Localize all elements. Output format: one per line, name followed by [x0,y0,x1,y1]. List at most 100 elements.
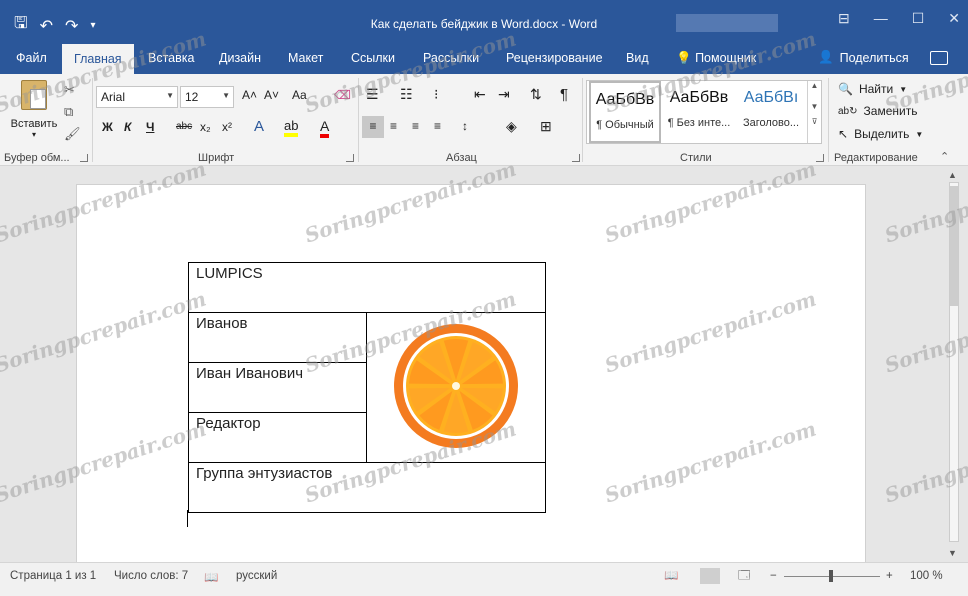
replace-button[interactable]: ab↻ Заменить [838,104,917,118]
show-formatting-button[interactable]: ¶ [560,86,568,103]
grow-font-button[interactable]: A˄ [242,88,257,102]
shading-icon[interactable]: ◈ [506,118,517,135]
chevron-down-icon: ▼ [899,84,908,94]
font-name-select[interactable]: Arial ▼ [96,86,178,108]
subscript-button[interactable]: x₂ [200,120,211,134]
proofing-icon[interactable]: 📖 [204,570,218,584]
tab-mailings[interactable]: Рассылки [423,51,479,65]
text-effects-icon[interactable]: A [254,118,264,135]
paragraph-launcher-icon[interactable] [572,154,580,162]
scroll-down-icon[interactable]: ▼ [948,548,957,558]
badge-table[interactable]: LUMPICS Иванов Иван Иванович Редактор Гр… [187,262,546,513]
superscript-button[interactable]: x² [222,120,232,134]
style-no-spacing[interactable]: АаБбВв ¶ Без инте... [663,81,735,143]
scroll-up-icon[interactable]: ▲ [808,81,821,90]
copy-icon[interactable]: ⧉ [64,104,73,120]
share-button[interactable]: 👤 Поделиться [818,50,909,65]
find-button[interactable]: 🔍 Найти ▼ [838,82,907,96]
person-icon: 👤 [818,50,834,64]
tab-review[interactable]: Рецензирование [506,51,603,65]
paste-label: Вставить [10,118,58,130]
word-count[interactable]: Число слов: 7 [114,570,188,582]
group-label-editing: Редактирование [834,152,918,164]
strikethrough-button[interactable]: abc [176,121,192,132]
tab-file[interactable]: Файл [16,51,47,65]
tab-insert[interactable]: Вставка [148,51,194,65]
change-case-button[interactable]: Aa [292,88,307,102]
align-left-icon[interactable]: ≡ [362,116,384,138]
ribbon-display-icon[interactable]: ⊟ [838,10,850,27]
web-layout-icon[interactable]: 🗔 [738,568,758,584]
badge-surname-cell[interactable]: Иванов [187,312,368,363]
style-sample: АаБбВв [669,89,729,106]
italic-button[interactable]: К [124,120,131,134]
styles-launcher-icon[interactable] [816,154,824,162]
shrink-font-button[interactable]: A˅ [264,88,279,102]
bullets-icon[interactable]: ☰ [366,86,379,103]
tab-design[interactable]: Дизайн [219,51,261,65]
comments-icon[interactable] [930,51,948,65]
scroll-up-icon[interactable]: ▲ [948,170,957,180]
multilevel-list-icon[interactable]: ⁝ [434,86,438,103]
collapse-ribbon-icon[interactable]: ⌃ [940,150,949,163]
group-label-paragraph: Абзац [446,152,477,164]
font-size-select[interactable]: 12 ▼ [180,86,234,108]
group-divider [358,78,359,162]
badge-company-cell[interactable]: LUMPICS [188,262,546,313]
style-normal[interactable]: АаБбВв ¶ Обычный [589,81,661,143]
clear-formatting-icon[interactable]: ⌫ [334,88,351,102]
close-icon[interactable]: ✕ [948,10,960,27]
scroll-thumb[interactable] [950,186,958,306]
account-area[interactable] [676,14,778,32]
chevron-down-icon: ▼ [915,129,924,139]
tab-home[interactable]: Главная [62,44,134,74]
zoom-level[interactable]: 100 % [910,570,943,582]
window-title: Как сделать бейджик в Word.docx - Word [370,17,598,31]
chevron-down-icon: ▾ [31,130,36,139]
vertical-scrollbar[interactable]: ▲ ▼ [940,166,968,562]
numbering-icon[interactable]: ☷ [400,86,413,103]
highlight-icon[interactable]: ab [284,118,299,137]
tab-tell-me[interactable]: 💡 Помощник [676,51,756,66]
zoom-out-button[interactable]: − [770,570,777,582]
style-heading-1[interactable]: АаБбВı Заголово... [735,81,807,143]
tab-view[interactable]: Вид [626,51,649,65]
title-bar: 🖫 ↶ ↷ ▾ Как сделать бейджик в Word.docx … [0,0,968,48]
print-layout-icon[interactable] [700,568,720,584]
tab-references[interactable]: Ссылки [351,51,395,65]
read-mode-icon[interactable]: 📖 [664,568,684,584]
bold-button[interactable]: Ж [102,120,113,134]
align-center-icon[interactable]: ≡ [390,119,397,133]
font-launcher-icon[interactable] [346,154,354,162]
language[interactable]: русский [236,570,277,582]
styles-scroll[interactable]: ▲ ▼ ⊽ [807,81,821,143]
maximize-icon[interactable]: ☐ [912,10,925,27]
line-spacing-icon[interactable]: ↕ [462,119,468,133]
badge-group-cell[interactable]: Группа энтузиастов [188,462,546,513]
badge-position-cell[interactable]: Редактор [187,412,368,463]
zoom-in-button[interactable]: + [886,570,893,582]
badge-name-cell[interactable]: Иван Иванович [187,362,368,413]
select-button[interactable]: ↖ Выделить ▼ [838,127,923,141]
badge-photo-cell[interactable] [366,312,546,463]
underline-button[interactable]: Ч [146,120,154,134]
font-color-icon[interactable]: A [320,118,330,138]
decrease-indent-icon[interactable]: ⇤ [474,86,486,103]
zoom-slider-thumb[interactable] [829,570,833,582]
more-styles-icon[interactable]: ⊽ [808,117,821,126]
align-right-icon[interactable]: ≡ [412,119,419,133]
justify-icon[interactable]: ≡ [434,119,441,133]
paste-button[interactable]: Вставить ▾ [8,80,60,152]
minimize-icon[interactable]: — [874,10,888,27]
page-count[interactable]: Страница 1 из 1 [10,570,96,582]
format-painter-icon[interactable]: 🖌 [64,126,81,142]
cut-icon[interactable]: ✂ [64,82,75,98]
sort-icon[interactable]: ⇅ [530,86,542,103]
tab-layout[interactable]: Макет [288,51,323,65]
increase-indent-icon[interactable]: ⇥ [498,86,510,103]
group-label-font: Шрифт [198,152,235,164]
borders-icon[interactable]: ⊞ [540,118,552,135]
ribbon-tabs: Файл Главная Вставка Дизайн Макет Ссылки… [0,44,968,74]
clipboard-launcher-icon[interactable] [80,154,88,162]
scroll-down-icon[interactable]: ▼ [808,102,821,111]
